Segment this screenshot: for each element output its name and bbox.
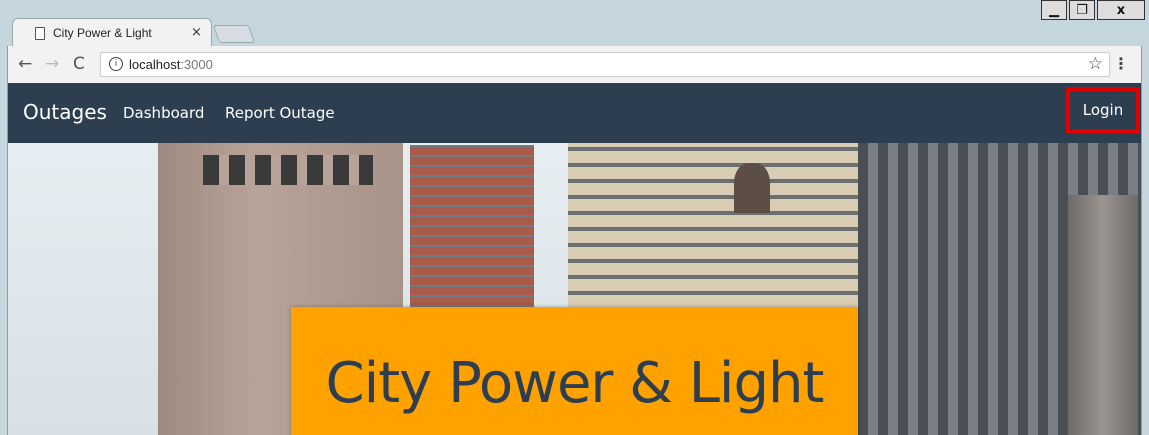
window-controls: ▁ ❐ x — [1041, 0, 1145, 20]
nav-link-report-outage[interactable]: Report Outage — [225, 104, 335, 122]
reload-icon[interactable]: C — [73, 54, 85, 74]
tab-close-icon[interactable]: × — [191, 25, 202, 40]
new-tab-button[interactable] — [212, 25, 256, 43]
browser-toolbar: ← → C i localhost:3000 ☆ ⋮ — [7, 46, 1142, 83]
building-left-windows — [203, 155, 373, 185]
browser-tab[interactable]: City Power & Light × — [12, 18, 212, 46]
hero-title: City Power & Light — [325, 351, 825, 416]
nav-link-dashboard[interactable]: Dashboard — [123, 104, 204, 122]
app-navbar: Outages Dashboard Report Outage Login — [7, 83, 1142, 143]
forward-icon[interactable]: → — [45, 54, 59, 74]
browser-menu-icon[interactable]: ⋮ — [1113, 54, 1129, 73]
url-text[interactable]: localhost:3000 — [129, 57, 213, 72]
minimize-button[interactable]: ▁ — [1041, 0, 1067, 20]
login-highlight: Login — [1066, 87, 1140, 133]
url-port: :3000 — [180, 57, 213, 72]
water-tower — [734, 163, 770, 213]
address-bar[interactable]: i localhost:3000 ☆ — [100, 52, 1110, 77]
bookmark-star-icon[interactable]: ☆ — [1088, 54, 1103, 74]
url-host: localhost — [129, 57, 181, 72]
tab-title: City Power & Light — [53, 26, 152, 40]
back-icon[interactable]: ← — [18, 54, 32, 74]
page-icon — [35, 27, 45, 40]
building-column — [1068, 195, 1138, 435]
login-link[interactable]: Login — [1083, 101, 1123, 119]
info-icon[interactable]: i — [109, 57, 123, 71]
hero-title-box: City Power & Light — [291, 307, 858, 435]
restore-button[interactable]: ❐ — [1069, 0, 1095, 20]
brand-link[interactable]: Outages — [23, 100, 107, 124]
hero-banner: City Power & Light — [7, 143, 1142, 435]
close-window-button[interactable]: x — [1097, 0, 1145, 20]
